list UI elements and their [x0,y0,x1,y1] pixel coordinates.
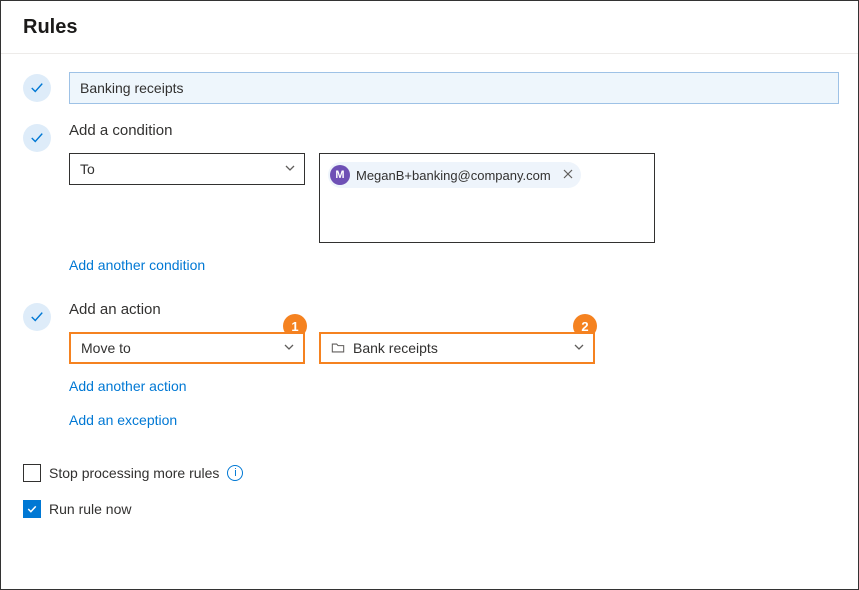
condition-type-value: To [80,161,95,177]
dialog-content: Add a condition To M MeganB+banking@comp… [1,54,858,456]
dialog-title: Rules [23,16,77,39]
step-check-icon [23,303,51,331]
action-select-wrapper: 1 Move to [69,332,305,364]
action-folder-value: Bank receipts [353,340,438,356]
run-now-label: Run rule now [49,501,132,517]
add-another-action-link[interactable]: Add another action [69,378,187,394]
stop-processing-label: Stop processing more rules [49,465,219,481]
condition-type-select[interactable]: To [69,153,305,185]
add-another-condition-link[interactable]: Add another condition [69,257,205,273]
folder-icon [331,341,345,355]
recipient-chip[interactable]: M MeganB+banking@company.com [328,162,581,188]
action-type-value: Move to [81,340,131,356]
info-icon[interactable]: i [227,465,243,481]
recipient-avatar: M [330,165,350,185]
chevron-down-icon [283,340,295,356]
chevron-down-icon [573,340,585,356]
recipient-address: MeganB+banking@company.com [356,168,551,183]
rule-name-row [23,72,836,104]
footer-options: Stop processing more rules i Run rule no… [1,456,858,522]
rule-name-input[interactable] [69,72,839,104]
step-check-icon [23,124,51,152]
run-now-checkbox[interactable] [23,500,41,518]
stop-processing-checkbox[interactable] [23,464,41,482]
run-now-row: Run rule now [23,496,836,522]
remove-recipient-button[interactable] [563,168,573,182]
add-exception-link[interactable]: Add an exception [69,412,177,428]
chevron-down-icon [284,161,296,177]
action-type-select[interactable]: Move to [69,332,305,364]
action-folder-select[interactable]: Bank receipts [319,332,595,364]
folder-select-wrapper: 2 Bank receipts [319,332,595,364]
action-section: Add an action 1 Move to 2 [23,301,836,428]
action-label: Add an action [69,301,836,318]
step-check-icon [23,74,51,102]
dialog-header: Rules [1,1,858,54]
condition-label: Add a condition [69,122,836,139]
condition-recipient-box[interactable]: M MeganB+banking@company.com [319,153,655,243]
close-button[interactable] [812,15,836,39]
condition-section: Add a condition To M MeganB+banking@comp… [23,122,836,273]
stop-processing-row: Stop processing more rules i [23,460,836,486]
